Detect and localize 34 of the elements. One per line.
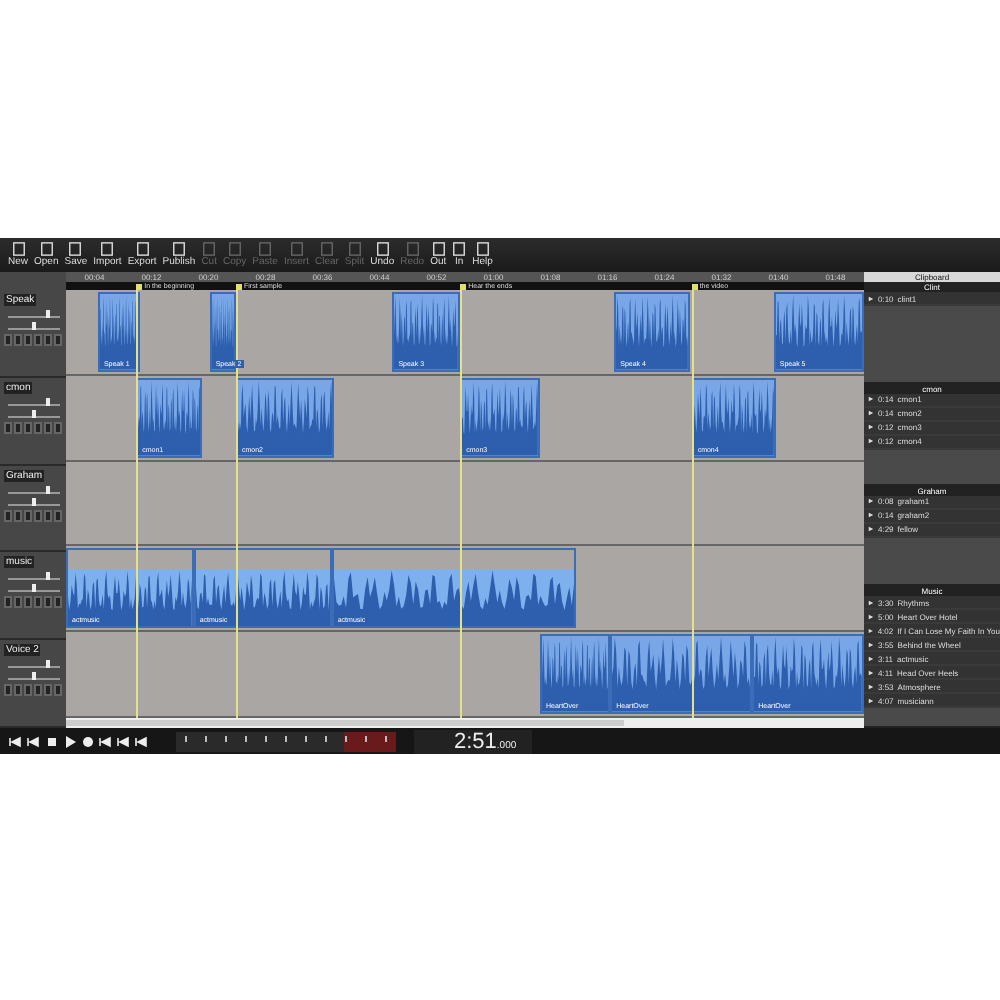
document-icon (100, 242, 115, 256)
waveform-drawing (68, 569, 192, 627)
pan-slider[interactable] (8, 322, 60, 330)
scrollbar-thumb[interactable] (66, 720, 625, 726)
skip-icon[interactable] (26, 733, 42, 749)
volume-slider[interactable] (8, 397, 60, 406)
document-icon (171, 242, 186, 256)
waveform-drawing (693, 379, 774, 456)
waveform-drawing (775, 294, 862, 370)
volume-slider[interactable] (8, 660, 60, 669)
marker-flag[interactable] (136, 283, 143, 289)
marker-flag[interactable] (460, 283, 467, 289)
play-icon[interactable] (62, 733, 78, 749)
waveform-drawing (138, 379, 201, 456)
pan-slider[interactable] (8, 497, 60, 506)
waveform-drawing (754, 636, 862, 712)
waveform-drawing (616, 294, 688, 370)
marker-flag[interactable] (235, 283, 242, 289)
waveform-drawing (542, 636, 609, 712)
waveform-drawing (195, 569, 330, 627)
pan-slider[interactable] (8, 672, 60, 681)
volume-slider[interactable] (8, 572, 60, 581)
stop-icon[interactable] (44, 733, 60, 749)
waveform-drawing (237, 379, 333, 456)
skip-icon[interactable] (134, 733, 150, 749)
marker-flag[interactable] (691, 283, 698, 289)
volume-slider[interactable] (8, 485, 60, 494)
pan-slider[interactable] (8, 584, 60, 593)
volume-slider[interactable] (8, 310, 60, 318)
document-icon (258, 242, 273, 256)
document-icon (135, 242, 150, 256)
waveform-drawing (462, 379, 538, 456)
pan-slider[interactable] (8, 409, 60, 418)
waveform-drawing (612, 636, 751, 712)
